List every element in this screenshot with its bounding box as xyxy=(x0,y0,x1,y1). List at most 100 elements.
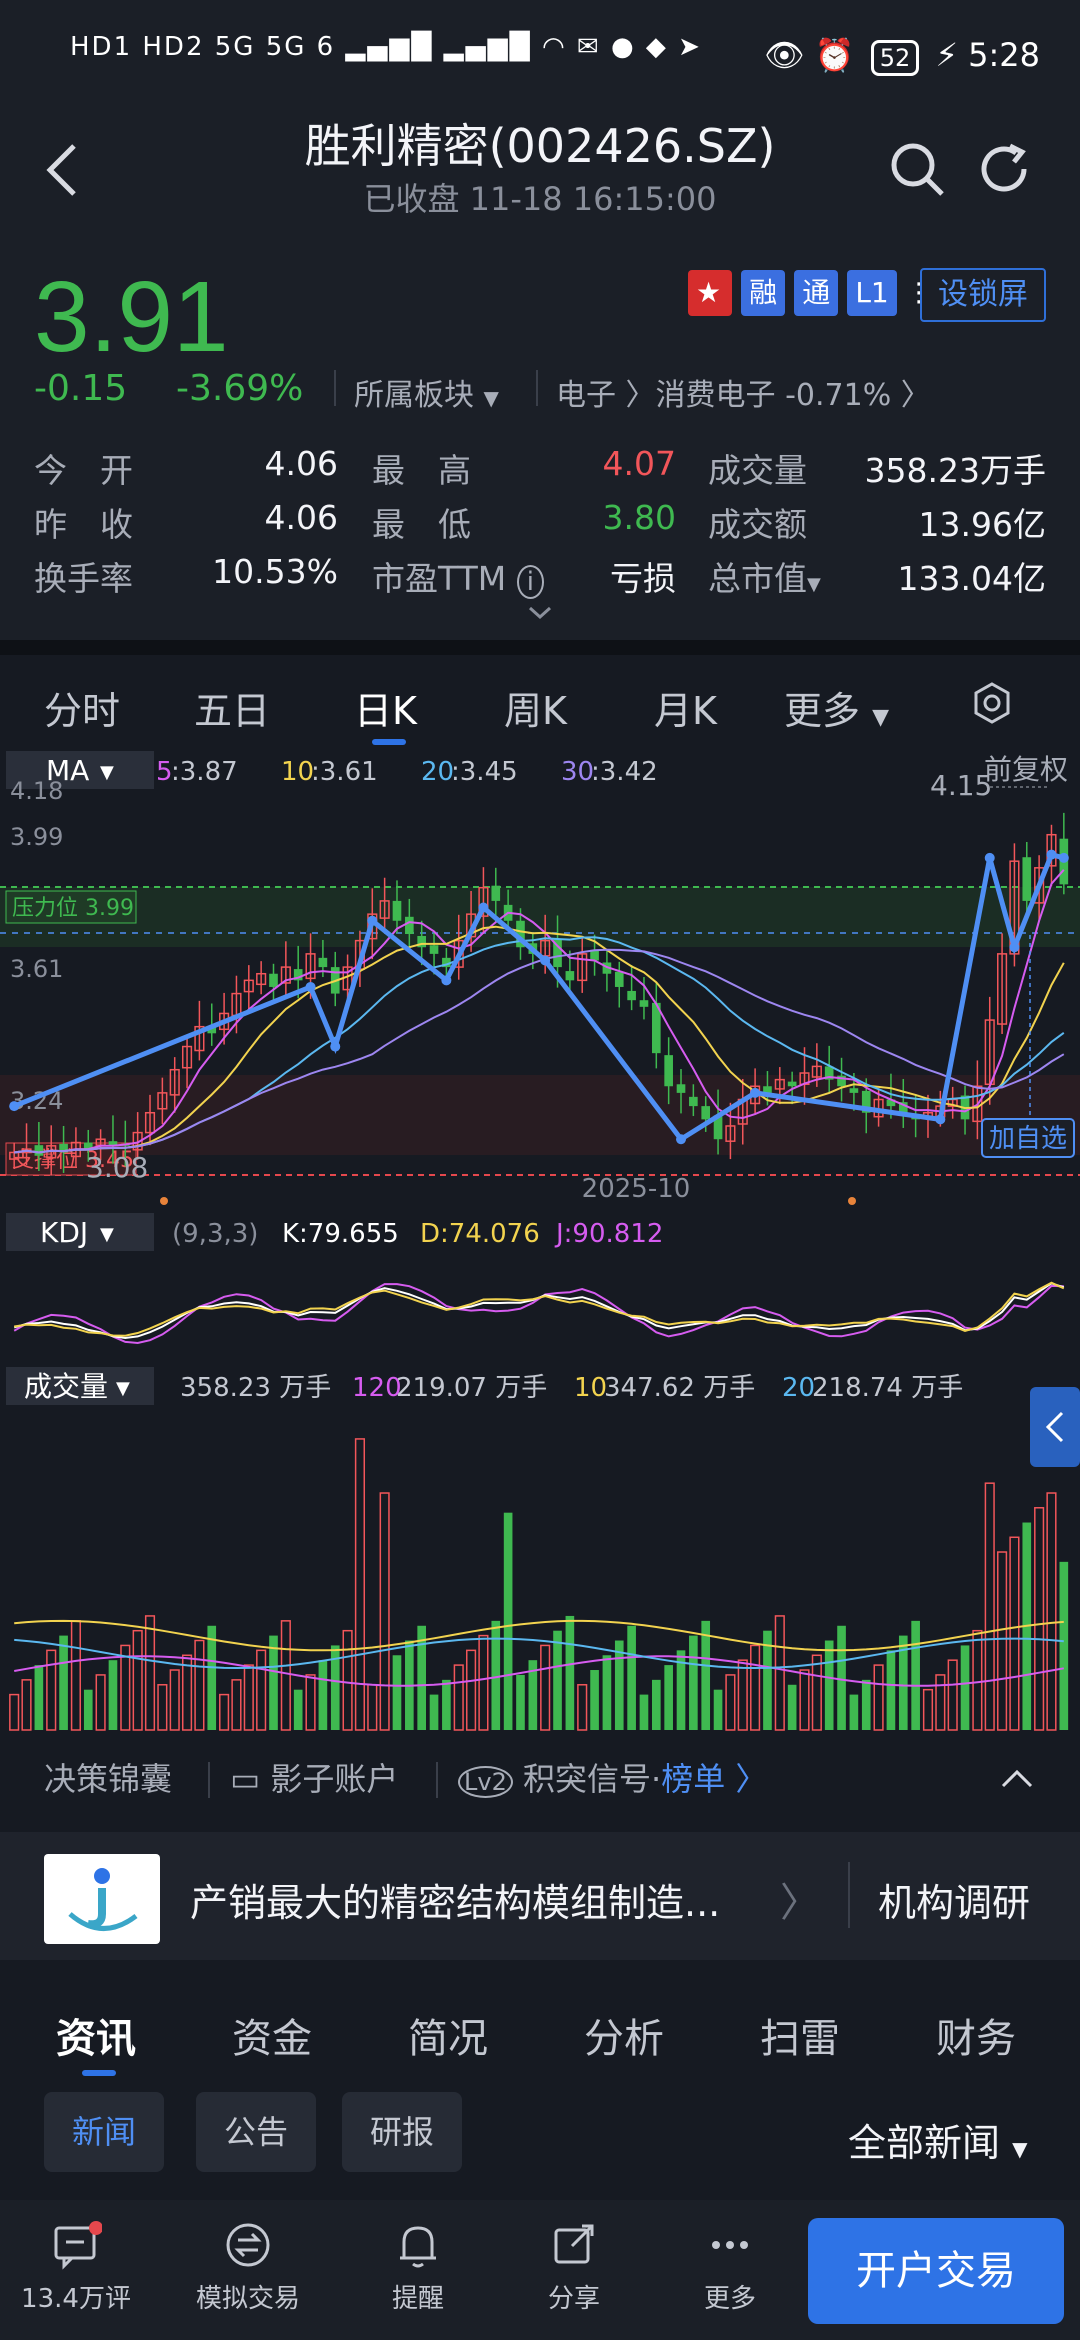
exchange-icon xyxy=(226,2223,270,2267)
banner-text[interactable]: 产销最大的精密结构模组制造... xyxy=(190,1872,720,1927)
company-logo xyxy=(44,1854,160,1944)
ma-legend: 5:3.87 10:3.61 20:3.45 30:3.42 xyxy=(156,757,658,787)
kdj-selector[interactable]: KDJ xyxy=(40,1216,88,1249)
candle-body xyxy=(405,916,414,935)
stat-label: 成交量 xyxy=(708,451,807,490)
volume-bar xyxy=(194,1639,205,1731)
adjust-label[interactable]: 前复权 xyxy=(984,753,1068,786)
tab-analysis[interactable]: 分析 xyxy=(584,2006,664,2064)
volume-bar xyxy=(516,1674,525,1730)
side-panel-toggle[interactable] xyxy=(1030,1387,1080,1467)
expand-chevron-icon[interactable] xyxy=(526,604,554,626)
charging-icon: ⚡ xyxy=(935,36,958,74)
collapse-chevron-icon[interactable] xyxy=(998,1766,1036,1794)
stat-value: 13.96亿 xyxy=(918,505,1046,544)
caret-down-icon: ▼ xyxy=(100,762,114,783)
volume-bar xyxy=(774,1615,785,1731)
volume-bar xyxy=(83,1689,93,1730)
sector-dropdown[interactable]: 所属板块 ▼ xyxy=(354,370,499,414)
tag-margin[interactable]: 融 xyxy=(741,270,786,316)
tab-weekly-k[interactable]: 周K xyxy=(504,680,567,735)
institution-research-link[interactable]: 机构调研 xyxy=(878,1872,1030,1927)
chevron-right-icon[interactable]: 〉 xyxy=(780,1870,820,1928)
chip-announcements[interactable]: 公告 xyxy=(196,2092,317,2172)
caret-down-icon: ▼ xyxy=(807,574,821,595)
tab-news[interactable]: 资讯 xyxy=(56,2006,136,2064)
tab-finance[interactable]: 财务 xyxy=(936,2006,1016,2064)
decision-kit-link[interactable]: 决策锦囊 xyxy=(44,1754,172,1800)
search-icon[interactable] xyxy=(888,140,946,198)
volume-bar xyxy=(280,1620,291,1731)
volume-selector[interactable]: 成交量 xyxy=(24,1370,108,1403)
news-filter-dropdown[interactable]: 全部新闻 ▼ xyxy=(848,2112,1028,2167)
tab-more[interactable]: 更多 ▼ xyxy=(784,680,889,735)
volume-bar xyxy=(911,1620,920,1730)
volume-bar xyxy=(849,1694,859,1730)
volume-bar xyxy=(725,1674,736,1731)
ma-legend-name: 30 xyxy=(561,757,594,787)
tab-risk-scan[interactable]: 扫雷 xyxy=(760,2006,840,2064)
volume-bar xyxy=(1046,1492,1057,1731)
trend-point xyxy=(1009,942,1020,953)
tag-level[interactable]: L1 xyxy=(847,270,897,316)
volume-bar xyxy=(701,1620,711,1730)
settings-icon[interactable] xyxy=(970,681,1014,729)
kdj-line xyxy=(13,1283,1064,1345)
stat-label[interactable]: 市盈TTM i xyxy=(372,552,544,600)
ma-legend-value: :3.45 xyxy=(451,757,518,787)
more-dots-icon xyxy=(712,2241,748,2249)
volume-bar xyxy=(837,1625,846,1730)
candle-body xyxy=(491,885,501,901)
volume-bar xyxy=(750,1644,761,1731)
stat-value: 3.80 xyxy=(602,498,676,537)
low-marker: 3.08 xyxy=(86,1151,148,1184)
signal-label: 积突信号· xyxy=(523,1760,662,1798)
refresh-icon[interactable] xyxy=(976,140,1034,198)
trend-point xyxy=(367,915,378,926)
stat-label: 成交额 xyxy=(708,505,807,544)
tab-five-day[interactable]: 五日 xyxy=(194,680,270,735)
volume-bar xyxy=(737,1659,748,1731)
volume-bar xyxy=(256,1649,267,1731)
volume-bar xyxy=(651,1679,661,1730)
chip-news[interactable]: 新闻 xyxy=(44,2092,165,2172)
tab-monthly-k[interactable]: 月K xyxy=(654,680,717,735)
shadow-account-link[interactable]: ▭ 影子账户 xyxy=(230,1754,398,1800)
volume-bar xyxy=(466,1649,477,1731)
candle-body xyxy=(269,973,278,987)
status-left: HD1 HD2 5G 5G 6 ▂▄▆█ ▂▄▆█ ◠ ✉ ● ◆ ➤ xyxy=(70,32,702,62)
volume-bar xyxy=(354,1438,366,1731)
battery-indicator: 52 xyxy=(870,40,920,76)
chip-research[interactable]: 研报 xyxy=(342,2092,463,2172)
ranking-link[interactable]: 榜单 〉 xyxy=(661,1760,767,1798)
tab-funds[interactable]: 资金 xyxy=(232,2006,312,2064)
tab-daily-k[interactable]: 日K xyxy=(354,680,417,735)
kline-chart[interactable]: MA ▼ 5:3.87 10:3.61 20:3.45 30:3.42 前复权 4.1… xyxy=(0,745,1080,1745)
kline-svg[interactable]: MA ▼ 5:3.87 10:3.61 20:3.45 30:3.42 前复权 4.1… xyxy=(0,745,1080,1745)
tab-profile[interactable]: 简况 xyxy=(408,2006,488,2064)
nav-alerts[interactable]: 提醒 xyxy=(348,2220,488,2315)
nav-share-label: 分享 xyxy=(547,2284,600,2314)
nav-share[interactable]: 分享 xyxy=(504,2220,644,2315)
signal-link[interactable]: Lv2 积突信号·榜单 〉 xyxy=(458,1754,767,1800)
market-cap-dropdown[interactable]: 总市值▼ xyxy=(708,552,821,600)
trend-point xyxy=(478,902,489,913)
lock-screen-button[interactable]: 设锁屏 xyxy=(920,268,1046,322)
open-account-trade-button[interactable]: 开户交易 xyxy=(808,2218,1064,2324)
add-watch-label[interactable]: 加自选 xyxy=(989,1124,1067,1154)
nav-more[interactable]: 更多 xyxy=(660,2220,800,2315)
volume-bar xyxy=(627,1625,636,1730)
nav-comments[interactable]: 13.4万评 xyxy=(6,2220,146,2315)
tag-connect[interactable]: 通 xyxy=(794,270,839,316)
company-banner[interactable]: 产销最大的精密结构模组制造... 〉 机构调研 xyxy=(0,1832,1080,1960)
nav-simulated-trading[interactable]: 模拟交易 xyxy=(178,2220,318,2315)
info-icon[interactable]: i xyxy=(516,565,544,599)
candle-body xyxy=(34,1145,44,1156)
tab-intraday[interactable]: 分时 xyxy=(44,680,120,735)
volume-bar xyxy=(639,1694,649,1730)
sector-path[interactable]: 电子 〉消费电子 -0.71% 〉 xyxy=(556,370,931,414)
trend-point xyxy=(305,981,316,992)
volume-bar xyxy=(886,1650,896,1730)
divider xyxy=(436,1762,438,1798)
candle-body xyxy=(676,1084,686,1093)
